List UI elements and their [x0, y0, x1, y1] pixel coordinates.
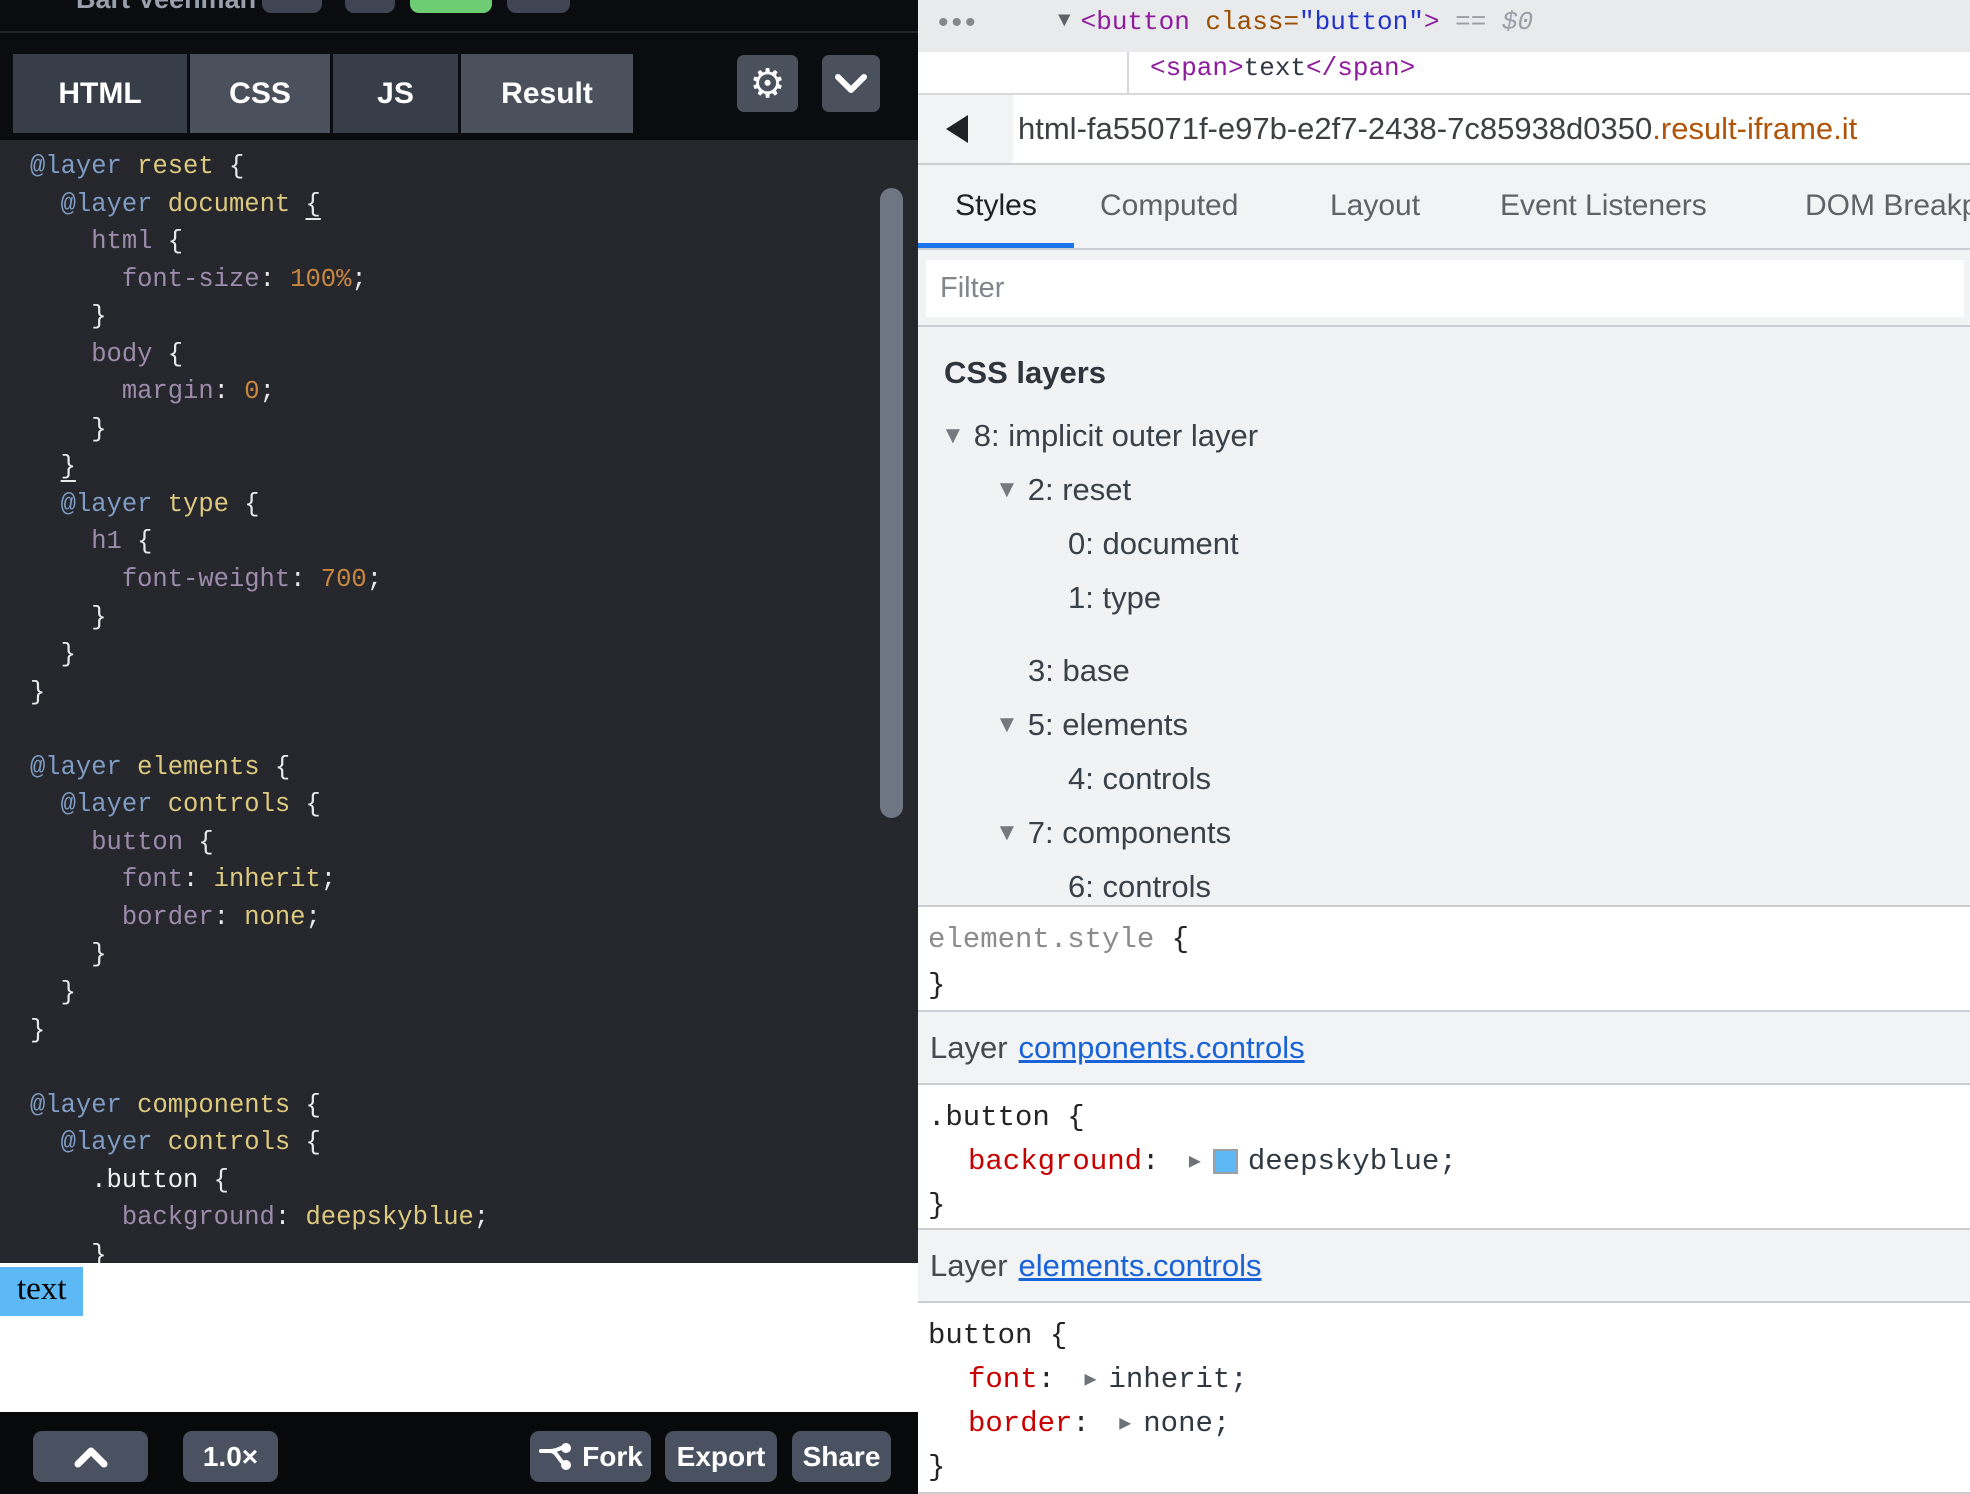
gear-icon: ⚙ [750, 61, 786, 107]
more-options-icon[interactable]: ••• [938, 6, 979, 40]
tab-js[interactable]: JS [333, 54, 458, 133]
editor-header: Bart Veenman [0, 0, 918, 33]
editor-panel: Bart Veenman HTML CSS JS Result ⚙ @layer… [0, 0, 918, 1494]
layer-link-components-controls[interactable]: components.controls [1019, 1030, 1305, 1066]
styles-filter-row [918, 250, 1970, 327]
tree-expander-icon[interactable]: ▼ [995, 819, 1019, 847]
tab-result[interactable]: Result [461, 54, 633, 133]
rule-close-brace: } [928, 1445, 1970, 1489]
export-button[interactable]: Export [665, 1431, 777, 1482]
tree-expander-icon[interactable]: ▼ [995, 476, 1019, 504]
layer-tree-item: 3: base [1028, 649, 1130, 693]
layer-tree-item[interactable]: ▼2: reset [995, 468, 1131, 512]
css-property-border[interactable]: border: ▶none; [928, 1401, 1970, 1445]
result-preview: text [0, 1263, 918, 1412]
breadcrumb-scroll-left-button[interactable] [918, 95, 1013, 163]
layer-tree-item[interactable]: ▼8: implicit outer layer [941, 414, 1258, 458]
tab-event-listeners[interactable]: Event Listeners [1500, 189, 1707, 223]
tab-layout[interactable]: Layout [1330, 189, 1420, 223]
dom-indent-guide [1127, 52, 1129, 93]
arrow-left-icon [946, 115, 968, 143]
expand-triangle-icon[interactable]: ▶ [1119, 1410, 1131, 1436]
editor-collapse-button[interactable] [822, 55, 880, 112]
layer-tree-item: 0: document [1068, 522, 1239, 566]
element-style-rule[interactable]: element.style { } [918, 907, 1970, 1012]
active-tab-underline [918, 243, 1074, 248]
header-button-2[interactable] [345, 0, 395, 13]
expand-triangle-icon[interactable]: ▶ [1189, 1148, 1201, 1174]
css-code: @layer reset { @layer document { html { … [30, 152, 489, 1263]
elements-child-row[interactable]: <span>text</span> [918, 52, 1970, 93]
tree-expander-icon[interactable]: ▼ [941, 422, 965, 450]
layer-header-components-controls: Layer components.controls [918, 1012, 1970, 1085]
layer-tree-item[interactable]: ▼7: components [995, 811, 1231, 855]
element-style-selector: element.style [928, 923, 1154, 956]
styles-filter-input[interactable] [926, 260, 1964, 317]
css-layers-section: CSS layers ▼8: implicit outer layer ▼2: r… [918, 327, 1970, 907]
expand-triangle-icon[interactable]: ▶ [1084, 1366, 1096, 1392]
header-save-button[interactable] [410, 0, 492, 13]
editor-scrollbar[interactable] [880, 188, 903, 818]
rule-close-brace: } [928, 1183, 1970, 1227]
rule-button-class[interactable]: .button { background: ▶deepskyblue; } [918, 1085, 1970, 1230]
header-button-1[interactable] [262, 0, 322, 13]
tab-html[interactable]: HTML [13, 54, 187, 133]
child-element-markup: <span>text</span> [1150, 53, 1415, 83]
editor-settings-button[interactable]: ⚙ [737, 55, 798, 112]
devtools-panel: ••• ▼<button class="button"> == $0 <span… [918, 0, 1970, 1494]
tab-dom-breakpoints[interactable]: DOM Breakpoints [1805, 189, 1970, 223]
tab-computed[interactable]: Computed [1100, 189, 1238, 223]
layer-label: Layer [930, 1030, 1008, 1066]
share-button[interactable]: Share [792, 1431, 891, 1482]
chevron-up-icon [74, 1446, 108, 1468]
devtools-tab-bar: Styles Computed Layout Event Listeners D… [918, 165, 1970, 250]
fork-icon [538, 1441, 572, 1473]
fork-label: Fork [582, 1441, 643, 1473]
header-button-3[interactable] [507, 0, 570, 13]
layer-tree-item: 6: controls [1068, 865, 1211, 907]
layer-link-elements-controls[interactable]: elements.controls [1019, 1248, 1262, 1284]
chevron-down-icon [835, 74, 867, 94]
selected-element-markup: ▼<button class="button"> == $0 [1058, 7, 1533, 37]
css-property-background[interactable]: background: ▶deepskyblue; [928, 1139, 1970, 1183]
rule-selector: .button { [928, 1095, 1970, 1139]
breadcrumb-frame-suffix: .result-iframe.it [1652, 111, 1857, 147]
zoom-level-button[interactable]: 1.0× [183, 1431, 278, 1482]
preview-text-button[interactable]: text [0, 1267, 83, 1316]
dom-breadcrumb-bar: html-fa55071f-e97b-e2f7-2438-7c85938d035… [918, 93, 1970, 165]
css-layers-title: CSS layers [944, 355, 1106, 391]
breadcrumb[interactable]: html-fa55071f-e97b-e2f7-2438-7c85938d035… [1018, 95, 1970, 163]
tab-styles[interactable]: Styles [918, 189, 1074, 223]
tree-expander-icon[interactable]: ▼ [995, 711, 1019, 739]
tab-css[interactable]: CSS [190, 54, 330, 133]
css-code-editor[interactable]: @layer reset { @layer document { html { … [0, 140, 918, 1263]
layer-header-elements-controls: Layer elements.controls [918, 1230, 1970, 1303]
breadcrumb-frame-id: html-fa55071f-e97b-e2f7-2438-7c85938d035… [1018, 111, 1652, 147]
expander-triangle-icon[interactable]: ▼ [1058, 10, 1071, 33]
fork-button[interactable]: Fork [530, 1431, 651, 1482]
layer-tree-item: 4: controls [1068, 757, 1211, 801]
app-root: Bart Veenman HTML CSS JS Result ⚙ @layer… [0, 0, 1970, 1494]
layer-tree-item[interactable]: ▼5: elements [995, 703, 1188, 747]
editor-tab-bar: HTML CSS JS Result ⚙ [0, 33, 918, 138]
rule-button-element[interactable]: button { font: ▶inherit; border: ▶none; … [918, 1303, 1970, 1494]
css-property-font[interactable]: font: ▶inherit; [928, 1357, 1970, 1401]
layer-tree-item: 1: type [1068, 576, 1161, 620]
console-expand-button[interactable] [33, 1431, 148, 1482]
rule-selector: button { [928, 1313, 1970, 1357]
pen-author-name: Bart Veenman [76, 0, 256, 15]
elements-selected-row[interactable]: ••• ▼<button class="button"> == $0 [918, 0, 1970, 52]
editor-bottom-bar: 1.0× Fork Export Share [0, 1412, 918, 1494]
color-swatch[interactable] [1213, 1149, 1238, 1174]
layer-label: Layer [930, 1248, 1008, 1284]
